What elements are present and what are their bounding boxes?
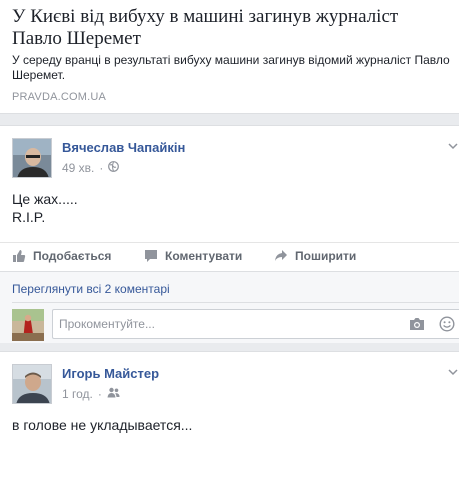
post-meta: 49 хв. · [62, 161, 120, 175]
friends-icon[interactable] [107, 387, 120, 401]
link-preview-source: PRAVDA.COM.UA [12, 91, 107, 103]
link-preview-card[interactable]: У Києві від вибуху в машині загинув журн… [0, 0, 459, 114]
view-all-comments-link[interactable]: Переглянути всі 2 коментарі [12, 282, 170, 296]
post-text: в голове не укладывается... [12, 417, 193, 433]
author-avatar[interactable] [12, 364, 52, 404]
link-preview-title[interactable]: У Києві від вибуху в машині загинув журн… [12, 6, 452, 50]
post-text-line: R.I.P. [12, 209, 46, 225]
emoji-icon[interactable] [439, 316, 455, 332]
camera-icon[interactable] [409, 317, 425, 331]
post-card: Игорь Майстер 1 год. · в голове не уклад… [0, 351, 459, 487]
share-button[interactable]: Поширити [274, 249, 356, 263]
share-label: Поширити [295, 249, 357, 263]
comment-input[interactable] [59, 316, 399, 332]
meta-separator: · [97, 387, 102, 401]
post-timestamp[interactable]: 1 год. [62, 387, 93, 401]
avatar-image [13, 365, 51, 403]
like-button[interactable]: Подобається [12, 249, 111, 263]
link-preview-description: У середу вранці в результаті вибуху маши… [12, 53, 450, 82]
chevron-down-icon[interactable] [447, 368, 459, 378]
comment-label: Коментувати [165, 249, 243, 263]
thumbs-up-icon [13, 250, 26, 262]
avatar-image [13, 139, 51, 177]
post-meta: 1 год. · [62, 387, 120, 401]
post-text: Це жах..... R.I.P. [12, 190, 78, 226]
post-text-line: Це жах..... [12, 191, 78, 207]
post-card: Вячеслав Чапайкін 49 хв. · Це жах..... R… [0, 125, 459, 343]
post-timestamp[interactable]: 49 хв. [62, 161, 94, 175]
comments-section: Переглянути всі 2 коментарі [0, 271, 459, 343]
meta-separator: · [99, 161, 104, 175]
author-name[interactable]: Вячеслав Чапайкін [62, 140, 185, 155]
author-avatar[interactable] [12, 138, 52, 178]
comment-icon [145, 250, 157, 262]
comment-input-box[interactable] [52, 309, 459, 339]
globe-icon[interactable] [108, 161, 120, 175]
like-label: Подобається [33, 249, 112, 263]
comment-button[interactable]: Коментувати [144, 249, 242, 263]
chevron-down-icon[interactable] [447, 142, 459, 152]
author-name[interactable]: Игорь Майстер [62, 366, 159, 381]
share-arrow-icon [275, 250, 287, 261]
current-user-avatar[interactable] [12, 309, 44, 341]
divider [12, 302, 459, 303]
avatar-image [12, 309, 44, 341]
post-actions: Подобається Коментувати Поширити [0, 242, 459, 271]
